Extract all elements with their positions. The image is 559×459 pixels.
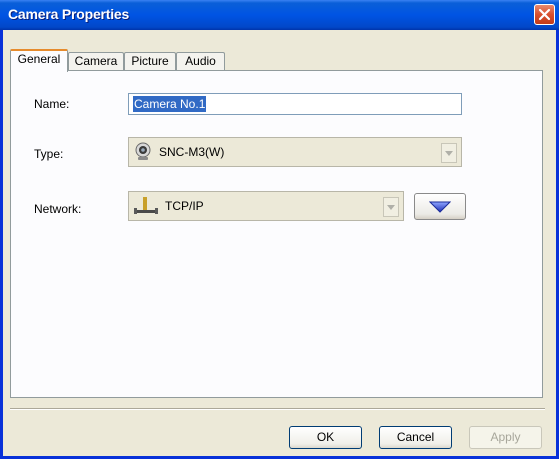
footer-separator [10,408,545,410]
network-selected: TCP/IP [133,196,204,216]
name-field[interactable]: Camera No.1 [128,93,462,115]
type-label: Type: [34,147,64,161]
chevron-down-icon [387,204,395,210]
chevron-down-icon [445,150,453,156]
ok-button[interactable]: OK [289,426,362,449]
type-value: SNC-M3(W) [159,145,225,159]
apply-button[interactable]: Apply [469,426,542,449]
close-icon [538,8,551,21]
cancel-button[interactable]: Cancel [379,426,452,449]
name-value: Camera No.1 [133,96,207,112]
window-title: Camera Properties [8,6,130,22]
network-expand-button[interactable] [414,193,466,220]
tab-picture[interactable]: Picture [124,52,176,71]
type-dropdown-button[interactable] [441,143,457,163]
title-bar[interactable]: Camera Properties [0,0,559,30]
tab-camera[interactable]: Camera [68,52,124,71]
type-combobox[interactable]: SNC-M3(W) [128,137,462,167]
network-label: Network: [34,202,82,216]
close-button[interactable] [534,4,555,25]
name-label: Name: [34,97,70,111]
webcam-icon [135,142,151,160]
network-combobox[interactable]: TCP/IP [128,191,404,221]
tab-general[interactable]: General [10,49,68,72]
network-icon [134,197,158,214]
type-selected: SNC-M3(W) [133,142,224,162]
general-tab-panel [10,70,543,398]
triangle-down-icon [429,201,451,213]
network-dropdown-button[interactable] [383,197,399,217]
tab-audio[interactable]: Audio [176,52,225,71]
network-value: TCP/IP [165,199,204,213]
